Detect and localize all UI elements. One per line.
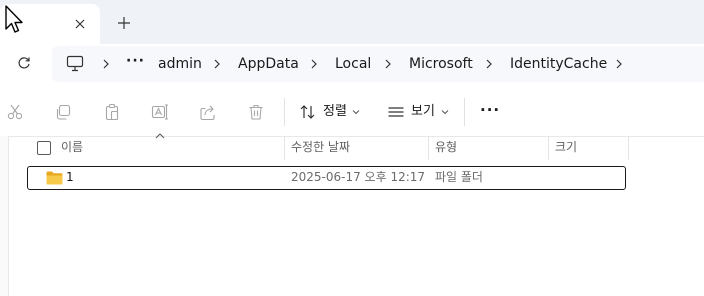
column-divider[interactable] bbox=[548, 136, 549, 160]
paste-button[interactable] bbox=[102, 102, 122, 122]
clipboard-icon bbox=[105, 103, 119, 121]
column-header-date-modified[interactable]: 수정한 날짜 bbox=[291, 139, 350, 155]
trash-icon bbox=[249, 104, 263, 120]
cut-button[interactable] bbox=[5, 102, 25, 122]
share-button[interactable] bbox=[198, 102, 218, 122]
folder-icon bbox=[46, 171, 63, 185]
sort-icon[interactable] bbox=[298, 102, 318, 122]
toolbar-divider bbox=[464, 98, 465, 126]
plus-icon bbox=[118, 17, 130, 29]
address-bar[interactable]: ··· admin AppData Local Microsoft Identi… bbox=[52, 46, 704, 82]
column-header-size[interactable]: 크기 bbox=[555, 139, 577, 155]
rename-icon bbox=[151, 104, 168, 120]
new-tab-button[interactable] bbox=[113, 12, 135, 34]
mouse-cursor-icon bbox=[5, 5, 23, 33]
chevron-down-icon[interactable] bbox=[352, 109, 360, 115]
file-name[interactable]: 1 bbox=[66, 170, 74, 185]
chevron-down-icon[interactable] bbox=[441, 109, 449, 115]
chevron-right-icon[interactable] bbox=[614, 58, 624, 70]
column-header-row: 이름 수정한 날짜 유형 크기 bbox=[28, 136, 629, 160]
chevron-right-icon[interactable] bbox=[484, 58, 494, 70]
copy-button[interactable] bbox=[53, 102, 73, 122]
breadcrumb-appdata[interactable]: AppData bbox=[238, 54, 299, 74]
close-icon[interactable] bbox=[70, 14, 90, 34]
column-header-type[interactable]: 유형 bbox=[435, 139, 457, 155]
address-row: ··· admin AppData Local Microsoft Identi… bbox=[0, 44, 704, 88]
tab-bar bbox=[0, 0, 704, 44]
column-header-name[interactable]: 이름 bbox=[61, 139, 83, 155]
view-button[interactable]: 보기 bbox=[411, 102, 435, 122]
breadcrumb-microsoft[interactable]: Microsoft bbox=[409, 54, 473, 74]
copy-icon bbox=[56, 104, 71, 120]
chevron-right-icon[interactable] bbox=[212, 58, 222, 70]
column-divider[interactable] bbox=[628, 136, 629, 160]
sort-button[interactable]: 정렬 bbox=[323, 102, 347, 122]
view-icon[interactable] bbox=[386, 102, 406, 122]
file-date-modified: 2025-06-17 오후 12:17 bbox=[291, 170, 426, 184]
chevron-right-icon[interactable] bbox=[383, 58, 393, 70]
chevron-right-icon[interactable] bbox=[101, 58, 111, 70]
file-row[interactable]: 1 2025-06-17 오후 12:17 파일 폴더 bbox=[27, 166, 626, 190]
scissors-icon bbox=[7, 104, 23, 120]
refresh-button[interactable] bbox=[14, 53, 34, 73]
breadcrumb-identitycache[interactable]: IdentityCache bbox=[510, 54, 607, 74]
command-bar: 정렬 보기 ··· bbox=[0, 88, 704, 137]
refresh-icon bbox=[18, 57, 30, 69]
breadcrumb-admin[interactable]: admin bbox=[158, 54, 202, 74]
this-pc-icon[interactable] bbox=[66, 55, 84, 72]
delete-button[interactable] bbox=[246, 102, 266, 122]
chevron-right-icon[interactable] bbox=[309, 58, 319, 70]
breadcrumb-overflow[interactable]: ··· bbox=[126, 51, 145, 71]
column-divider[interactable] bbox=[284, 136, 285, 160]
more-options-button[interactable]: ··· bbox=[480, 100, 500, 120]
column-divider[interactable] bbox=[428, 136, 429, 160]
rename-button[interactable] bbox=[150, 102, 170, 122]
navigation-pane-edge[interactable] bbox=[0, 136, 9, 296]
file-type: 파일 폴더 bbox=[435, 170, 483, 184]
share-icon bbox=[200, 105, 215, 121]
breadcrumb-local[interactable]: Local bbox=[335, 54, 371, 74]
toolbar-divider bbox=[284, 98, 285, 126]
